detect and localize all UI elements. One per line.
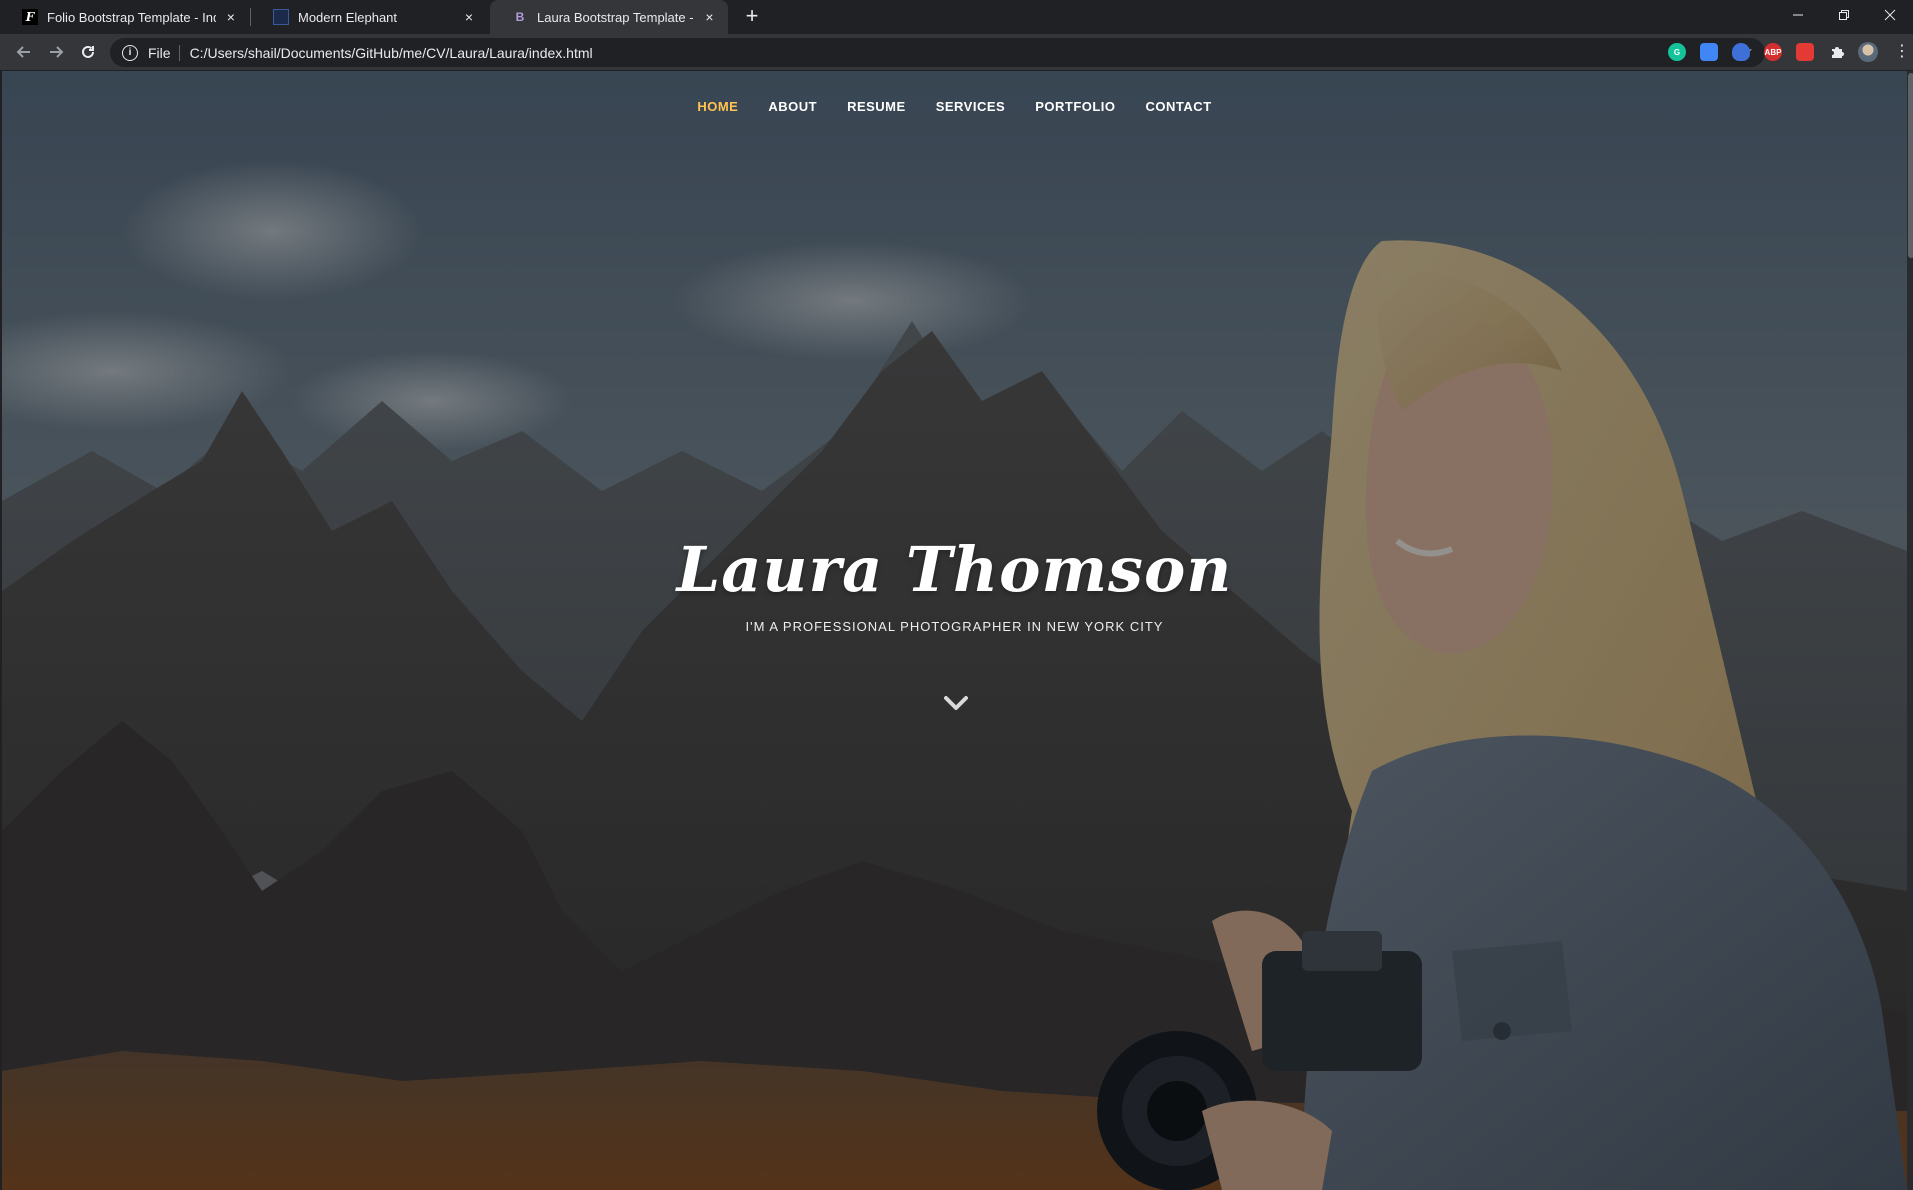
modern-elephant-favicon-icon (273, 9, 289, 25)
close-tab-icon[interactable]: × (224, 9, 238, 25)
browser-toolbar: i File C:/Users/shail/Documents/GitHub/m… (0, 34, 1913, 71)
tab-title: Laura Bootstrap Template - Index (537, 9, 695, 25)
nav-link-resume[interactable]: RESUME (847, 99, 906, 114)
url-text[interactable]: C:/Users/shail/Documents/GitHub/me/CV/La… (190, 45, 593, 61)
restore-icon[interactable] (1821, 0, 1867, 30)
close-tab-icon[interactable]: × (703, 9, 716, 25)
shield-icon[interactable] (1732, 43, 1750, 61)
address-divider (178, 44, 180, 61)
back-arrow-icon[interactable] (12, 40, 36, 64)
address-bar[interactable]: i File C:/Users/shail/Documents/GitHub/m… (110, 38, 1765, 67)
reload-icon[interactable] (76, 40, 100, 64)
hero-section: HOME ABOUT RESUME SERVICES PORTFOLIO CON… (2, 71, 1907, 1190)
nav-link-portfolio[interactable]: PORTFOLIO (1035, 99, 1115, 114)
tab-title: Folio Bootstrap Template - Index (47, 9, 216, 25)
url-scheme: File (148, 44, 171, 61)
minimize-icon[interactable] (1775, 0, 1821, 30)
nav-link-contact[interactable]: CONTACT (1146, 99, 1212, 114)
nav-link-about[interactable]: ABOUT (768, 99, 817, 114)
browser-tab-modern-elephant[interactable]: Modern Elephant × (251, 0, 489, 34)
scrollbar-thumb[interactable] (1908, 73, 1913, 258)
browser-tab-folio[interactable]: F Folio Bootstrap Template - Index × (0, 0, 250, 34)
forward-arrow-icon[interactable] (44, 40, 68, 64)
hero-subtitle: I'M A PROFESSIONAL PHOTOGRAPHER IN NEW Y… (745, 619, 1164, 634)
chevron-down-icon[interactable] (942, 693, 970, 713)
browser-tabstrip: F Folio Bootstrap Template - Index × Mod… (0, 0, 1913, 34)
site-navigation: HOME ABOUT RESUME SERVICES PORTFOLIO CON… (2, 99, 1907, 114)
close-window-icon[interactable] (1867, 0, 1913, 30)
profile-avatar[interactable] (1858, 42, 1878, 62)
tab-title: Modern Elephant (298, 9, 398, 25)
nav-link-services[interactable]: SERVICES (936, 99, 1006, 114)
puzzle-icon[interactable] (1828, 43, 1846, 61)
page-viewport: HOME ABOUT RESUME SERVICES PORTFOLIO CON… (0, 71, 1913, 1190)
hero-title: Laura Thomson (676, 533, 1233, 606)
reader-icon[interactable] (1796, 43, 1814, 61)
folio-favicon-icon: F (22, 9, 38, 25)
bootstrap-favicon-icon: B (515, 10, 525, 24)
browser-tab-laura[interactable]: B Laura Bootstrap Template - Index × (490, 0, 728, 34)
adblock-icon[interactable]: ABP (1764, 43, 1782, 61)
screenshot-icon[interactable] (1700, 43, 1718, 61)
site-info-icon[interactable]: i (122, 44, 138, 61)
window-controls (1775, 0, 1913, 30)
browser-menu-icon[interactable]: ⋮ (1894, 41, 1910, 61)
grammarly-icon[interactable]: G (1668, 43, 1686, 61)
close-tab-icon[interactable]: × (461, 9, 477, 25)
page-scrollbar[interactable] (1907, 71, 1913, 1190)
nav-link-home[interactable]: HOME (697, 99, 738, 114)
new-tab-button[interactable]: + (740, 5, 764, 29)
